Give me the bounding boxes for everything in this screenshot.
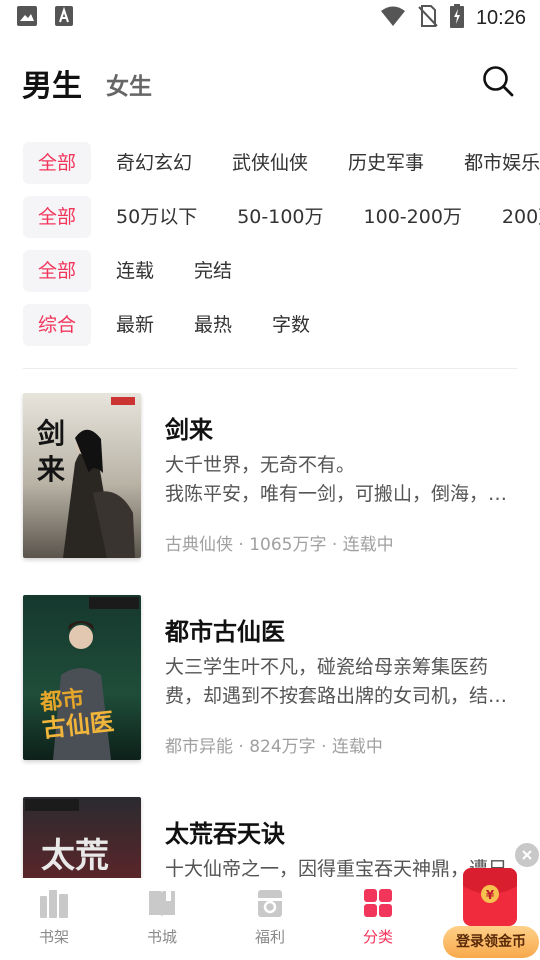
book-list-item[interactable]: 剑 来 剑来 大千世界，无奇不有。 我陈平安，唯有一剑，可搬山，倒海，降妖，镇魔…	[0, 393, 540, 595]
nav-label: 书城	[146, 928, 177, 946]
red-envelope-button[interactable]: ¥	[463, 868, 517, 926]
filter-chip[interactable]: 连载	[101, 250, 169, 292]
book-description: 大三学生叶不凡，碰瓷给母亲筹集医药费，却遇到不按套路出牌的女司机，结果人生从此发…	[165, 656, 508, 707]
filter-chip[interactable]: 全部	[23, 142, 92, 184]
nav-bookshelf[interactable]: 书架	[0, 878, 108, 960]
book-list-item[interactable]: 都市 古仙医 都市古仙医 大三学生叶不凡，碰瓷给母亲筹集医药费，却遇到不按套路出…	[0, 595, 540, 797]
filter-chip[interactable]: 奇幻玄幻	[101, 142, 207, 184]
book-description: 大千世界，无奇不有。 我陈平安，唯有一剑，可搬山，倒海，降妖，镇魔，敕神，摘星，…	[165, 454, 508, 505]
book-title[interactable]: 都市古仙医	[165, 612, 515, 646]
envelope-symbol: ¥	[486, 888, 495, 902]
image-icon	[16, 5, 38, 31]
book-meta: 都市异能 · 824万字 · 连载中	[165, 737, 383, 757]
tab-female[interactable]: 女生	[106, 67, 152, 101]
cover-title-char: 剑	[37, 417, 65, 450]
filter-panel: 全部 奇幻玄幻 武侠仙侠 历史军事 都市娱乐 全部 50万以下 50-100万 …	[0, 136, 540, 352]
login-reward-label[interactable]: 登录领金币	[443, 926, 539, 958]
bookstore-icon	[146, 888, 178, 922]
filter-chip[interactable]: 综合	[23, 304, 92, 346]
promo-close-button[interactable]	[515, 843, 539, 867]
filter-chip[interactable]: 完结	[179, 250, 247, 292]
book-cover[interactable]: 剑 来	[23, 393, 141, 558]
book-info: 太荒吞天诀 十大仙帝之一，因得重宝吞天神鼎，遭兄弟与爱人背叛，陨落仙界。	[165, 797, 515, 878]
filter-row-status: 全部 连载 完结	[0, 244, 540, 298]
filter-chip[interactable]: 50-100万	[222, 196, 338, 238]
divider	[23, 368, 517, 369]
nav-welfare[interactable]: 福利	[216, 878, 324, 960]
filter-chip[interactable]: 武侠仙侠	[217, 142, 323, 184]
wifi-icon	[380, 5, 406, 31]
filter-row-sort: 综合 最新 最热 字数	[0, 298, 540, 352]
gift-icon	[254, 888, 286, 922]
header: 男生 女生	[0, 56, 540, 110]
filter-chip[interactable]: 最新	[101, 304, 169, 346]
filter-chip[interactable]: 最热	[179, 304, 247, 346]
battery-charging-icon	[449, 4, 464, 32]
book-title[interactable]: 剑来	[165, 410, 515, 444]
category-grid-icon	[362, 888, 394, 922]
cover-title-text: 太荒	[41, 836, 109, 876]
book-list: 剑 来 剑来 大千世界，无奇不有。 我陈平安，唯有一剑，可搬山，倒海，降妖，镇魔…	[0, 393, 540, 878]
filter-row-genre: 全部 奇幻玄幻 武侠仙侠 历史军事 都市娱乐	[0, 136, 540, 190]
nav-category[interactable]: 分类	[324, 878, 432, 960]
red-envelope-icon: ¥	[463, 868, 517, 903]
filter-chip[interactable]: 100-200万	[349, 196, 477, 238]
filter-chip[interactable]: 全部	[23, 196, 92, 238]
book-cover[interactable]: 太荒	[23, 797, 141, 878]
close-icon	[521, 846, 533, 865]
filter-chip[interactable]: 字数	[257, 304, 325, 346]
filter-chip[interactable]: 全部	[23, 250, 92, 292]
nav-label: 福利	[254, 928, 285, 946]
tab-male[interactable]: 男生	[22, 61, 82, 105]
filter-chip[interactable]: 50万以下	[101, 196, 212, 238]
cover-title-char: 来	[37, 453, 65, 486]
filter-chip[interactable]: 200万以上	[487, 196, 540, 238]
book-meta: 古典仙侠 · 1065万字 · 连载中	[165, 535, 394, 555]
book-title[interactable]: 太荒吞天诀	[165, 814, 515, 848]
nav-label: 分类	[362, 928, 393, 946]
filter-chip[interactable]: 历史军事	[333, 142, 439, 184]
book-cover[interactable]: 都市 古仙医	[23, 595, 141, 760]
status-bar: 10:26	[0, 0, 540, 36]
filter-chip[interactable]: 都市娱乐	[449, 142, 540, 184]
search-icon	[482, 65, 514, 101]
book-info: 都市古仙医 大三学生叶不凡，碰瓷给母亲筹集医药费，却遇到不按套路出牌的女司机，结…	[165, 595, 515, 757]
book-list-item[interactable]: 太荒 太荒吞天诀 十大仙帝之一，因得重宝吞天神鼎，遭兄弟与爱人背叛，陨落仙界。	[0, 797, 540, 878]
nav-bookstore[interactable]: 书城	[108, 878, 216, 960]
book-info: 剑来 大千世界，无奇不有。 我陈平安，唯有一剑，可搬山，倒海，降妖，镇魔，敕神，…	[165, 393, 515, 555]
text-a-icon	[54, 5, 74, 31]
search-button[interactable]	[478, 63, 518, 103]
no-sim-icon	[418, 5, 438, 31]
nav-label: 书架	[38, 928, 69, 946]
bookshelf-icon	[38, 888, 70, 922]
filter-row-word-count: 全部 50万以下 50-100万 100-200万 200万以上	[0, 190, 540, 244]
status-time: 10:26	[475, 6, 526, 29]
